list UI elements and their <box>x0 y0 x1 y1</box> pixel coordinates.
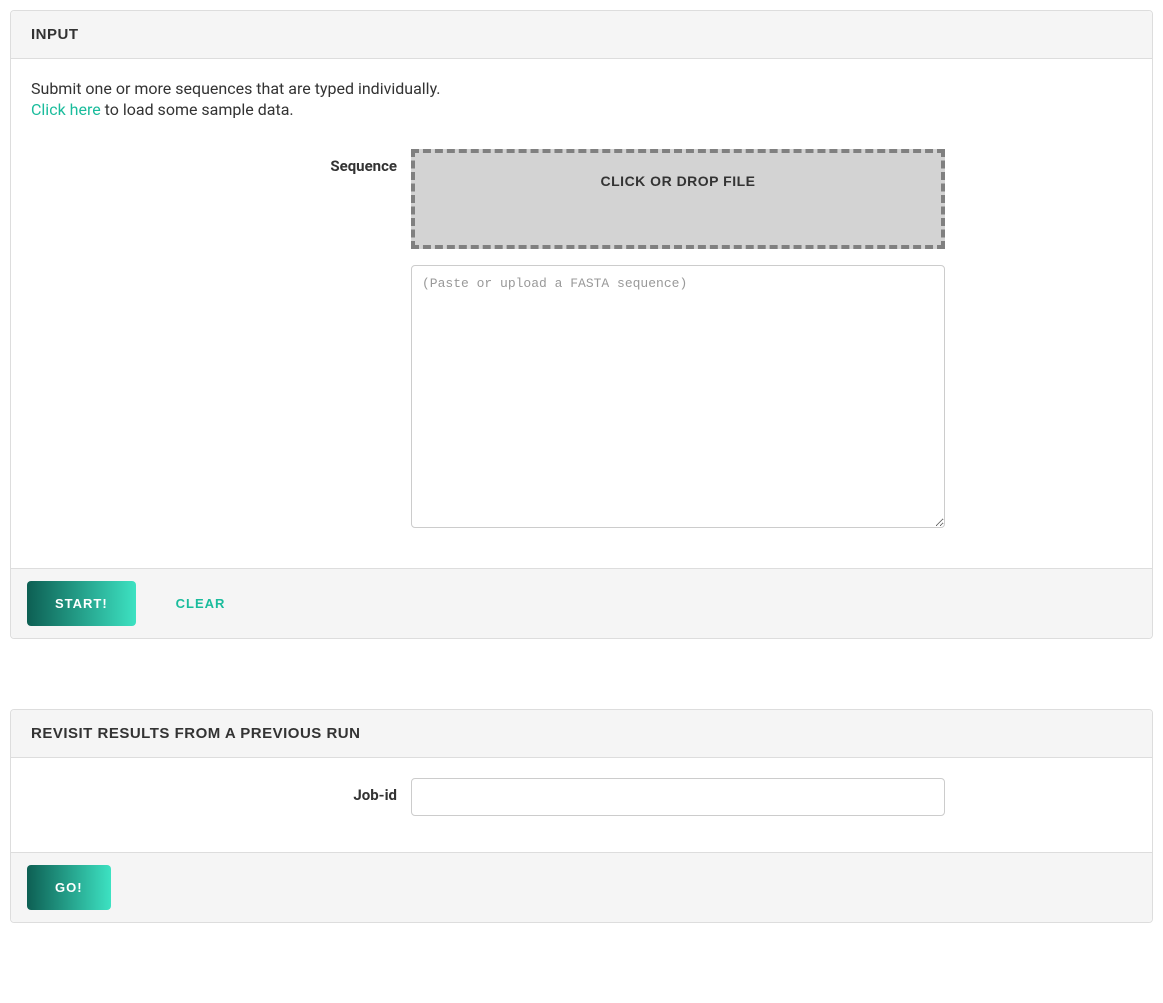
jobid-input[interactable] <box>411 778 945 816</box>
jobid-row: Job-id <box>31 778 1132 816</box>
sample-data-suffix: to load some sample data. <box>101 100 294 119</box>
input-panel: INPUT Submit one or more sequences that … <box>10 10 1153 639</box>
input-panel-body: Submit one or more sequences that are ty… <box>11 59 1152 568</box>
sequence-row: Sequence CLICK OR DROP FILE <box>31 149 1132 249</box>
input-panel-title: INPUT <box>11 11 1152 59</box>
go-button[interactable]: GO! <box>27 865 111 910</box>
revisit-panel-footer: GO! <box>11 852 1152 922</box>
sequence-textarea-row <box>31 265 1132 532</box>
sequence-textarea-spacer <box>31 265 411 273</box>
sequence-label: Sequence <box>31 149 411 175</box>
jobid-label: Job-id <box>31 778 411 804</box>
revisit-panel-title: REVISIT RESULTS FROM A PREVIOUS RUN <box>11 710 1152 758</box>
revisit-panel-body: Job-id <box>11 758 1152 852</box>
start-button[interactable]: START! <box>27 581 136 626</box>
revisit-panel: REVISIT RESULTS FROM A PREVIOUS RUN Job-… <box>10 709 1153 923</box>
clear-button[interactable]: CLEAR <box>156 581 246 626</box>
sequence-textarea[interactable] <box>411 265 945 528</box>
intro-text: Submit one or more sequences that are ty… <box>31 79 1132 98</box>
input-panel-footer: START! CLEAR <box>11 568 1152 638</box>
sample-data-link[interactable]: Click here <box>31 100 101 119</box>
sample-data-line: Click here to load some sample data. <box>31 100 1132 119</box>
file-dropzone[interactable]: CLICK OR DROP FILE <box>411 149 945 249</box>
